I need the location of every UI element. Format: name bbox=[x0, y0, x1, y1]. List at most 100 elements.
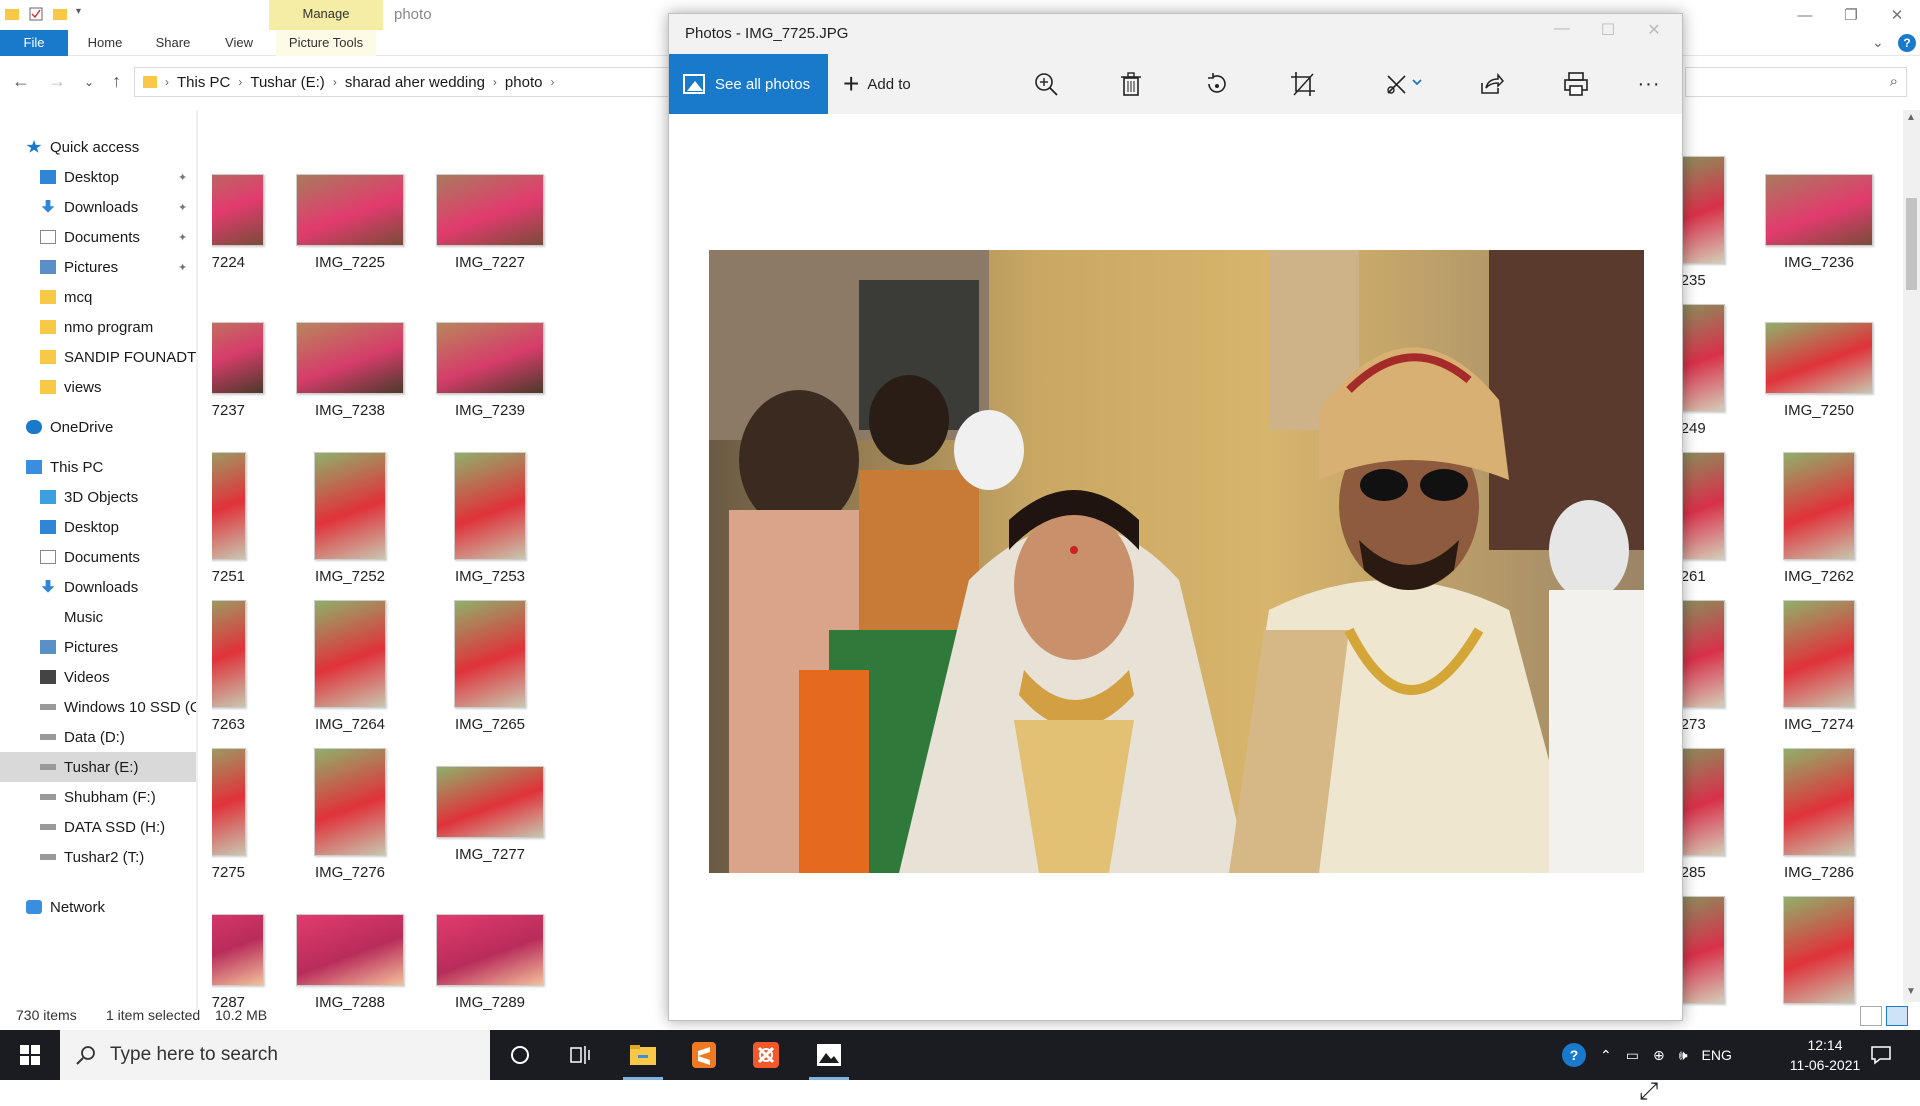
chevron-right-icon[interactable]: › bbox=[238, 75, 242, 89]
scroll-down-icon[interactable]: ▼ bbox=[1906, 986, 1916, 997]
file-item[interactable]: IMG_7288 bbox=[280, 896, 420, 1010]
photos-taskbar-icon[interactable] bbox=[803, 1030, 855, 1080]
tab-home[interactable]: Home bbox=[80, 30, 130, 56]
crop-icon[interactable] bbox=[1289, 70, 1317, 98]
close-button[interactable]: ✕ bbox=[1631, 20, 1677, 40]
start-button[interactable] bbox=[0, 1030, 60, 1080]
file-item[interactable]: IMG_7251 bbox=[212, 452, 280, 585]
sidebar-item-downloads[interactable]: Downloads bbox=[0, 572, 196, 602]
new-folder-icon[interactable] bbox=[52, 6, 68, 22]
file-item[interactable]: IMG_7227 bbox=[420, 156, 560, 271]
expand-ribbon-icon[interactable]: ⌄ bbox=[1872, 34, 1884, 51]
sidebar-item-sandip-founadti[interactable]: SANDIP FOUNADTI( bbox=[0, 342, 196, 372]
action-center-icon[interactable] bbox=[1855, 1030, 1907, 1080]
sidebar-item-data-ssd-h[interactable]: DATA SSD (H:) bbox=[0, 812, 196, 842]
file-item[interactable]: IMG_7277 bbox=[420, 748, 560, 863]
file-item[interactable]: IMG_7275 bbox=[212, 748, 280, 881]
tab-view[interactable]: View bbox=[214, 30, 264, 56]
network-icon[interactable]: ⊕ bbox=[1653, 1047, 1665, 1064]
sidebar-item-nmo-program[interactable]: nmo program bbox=[0, 312, 196, 342]
task-view-icon[interactable] bbox=[554, 1030, 606, 1080]
more-options-icon[interactable]: ··· bbox=[1635, 70, 1663, 98]
chevron-right-icon[interactable]: › bbox=[493, 75, 497, 89]
add-to-button[interactable]: + Add to bbox=[843, 54, 911, 114]
zoom-icon[interactable] bbox=[1032, 70, 1060, 98]
file-item[interactable]: IMG_7253 bbox=[420, 452, 560, 585]
cortana-icon[interactable] bbox=[494, 1030, 546, 1080]
file-item[interactable]: IMG_7300 bbox=[1749, 896, 1889, 1010]
file-explorer-taskbar-icon[interactable] bbox=[617, 1030, 669, 1080]
restore-button[interactable]: ❐ bbox=[1828, 0, 1874, 30]
taskbar-search-box[interactable]: Type here to search bbox=[60, 1030, 490, 1080]
sidebar-item-windows-10-ssd-c[interactable]: Windows 10 SSD (C bbox=[0, 692, 196, 722]
customize-qat-icon[interactable]: ▾ bbox=[76, 6, 92, 22]
xampp-icon[interactable] bbox=[740, 1030, 792, 1080]
file-item[interactable]: IMG_7287 bbox=[212, 896, 280, 1010]
close-button[interactable]: ✕ bbox=[1874, 0, 1920, 30]
file-item[interactable]: IMG_7264 bbox=[280, 600, 420, 733]
sidebar-item-downloads[interactable]: Downloads ✦ bbox=[0, 192, 196, 222]
forward-icon[interactable]: → bbox=[48, 71, 66, 92]
large-icons-view-icon[interactable] bbox=[1886, 1006, 1908, 1026]
breadcrumb-item[interactable]: photo bbox=[505, 74, 543, 91]
chevron-right-icon[interactable]: › bbox=[550, 75, 554, 89]
share-icon[interactable] bbox=[1477, 70, 1505, 98]
address-bar[interactable]: › This PC › Tushar (E:) › sharad aher we… bbox=[134, 67, 669, 97]
sidebar-item-views[interactable]: views bbox=[0, 372, 196, 402]
print-icon[interactable] bbox=[1562, 70, 1590, 98]
file-item[interactable]: IMG_7225 bbox=[280, 156, 420, 271]
file-item[interactable]: IMG_7252 bbox=[280, 452, 420, 585]
sidebar-item-shubham-f[interactable]: Shubham (F:) bbox=[0, 782, 196, 812]
delete-icon[interactable] bbox=[1117, 70, 1145, 98]
sidebar-item-videos[interactable]: Videos bbox=[0, 662, 196, 692]
file-item[interactable]: IMG_7276 bbox=[280, 748, 420, 881]
sidebar-item-pictures[interactable]: Pictures ✦ bbox=[0, 252, 196, 282]
up-icon[interactable]: ↑ bbox=[112, 71, 121, 92]
file-item[interactable]: IMG_7274 bbox=[1749, 600, 1889, 733]
show-hidden-icons-icon[interactable]: ⌃ bbox=[1600, 1047, 1612, 1064]
sidebar-item-documents[interactable]: Documents ✦ bbox=[0, 222, 196, 252]
sidebar-item-data-d[interactable]: Data (D:) bbox=[0, 722, 196, 752]
file-item[interactable]: IMG_7289 bbox=[420, 896, 560, 1010]
sidebar-item-onedrive[interactable]: OneDrive bbox=[0, 412, 196, 442]
recent-locations-icon[interactable]: ⌄ bbox=[84, 75, 94, 92]
manage-contextual-tab[interactable]: Manage bbox=[269, 0, 383, 30]
sidebar-item-tushar-e[interactable]: Tushar (E:) bbox=[0, 752, 196, 782]
tab-file[interactable]: File bbox=[0, 30, 68, 56]
file-item[interactable]: IMG_7263 bbox=[212, 600, 280, 733]
sidebar-item-this-pc[interactable]: This PC bbox=[0, 452, 196, 482]
back-icon[interactable]: ← bbox=[12, 71, 30, 92]
expand-icon[interactable]: ⤢ bbox=[1639, 1078, 1658, 1106]
sidebar-item-mcq[interactable]: mcq bbox=[0, 282, 196, 312]
sidebar-item-quick-access[interactable]: Quick access bbox=[0, 132, 196, 162]
scroll-up-icon[interactable]: ▲ bbox=[1906, 112, 1916, 123]
minimize-button[interactable]: — bbox=[1782, 0, 1828, 30]
file-item[interactable]: IMG_7286 bbox=[1749, 748, 1889, 881]
file-item[interactable]: IMG_7238 bbox=[280, 304, 420, 419]
help-icon[interactable]: ? bbox=[1898, 34, 1916, 52]
battery-icon[interactable]: ▭ bbox=[1626, 1047, 1639, 1064]
file-item[interactable]: IMG_7262 bbox=[1749, 452, 1889, 585]
sidebar-item-3d-objects[interactable]: 3D Objects bbox=[0, 482, 196, 512]
language-indicator[interactable]: ENG bbox=[1702, 1047, 1732, 1063]
rotate-icon[interactable] bbox=[1203, 70, 1231, 98]
details-view-icon[interactable] bbox=[1860, 1006, 1882, 1026]
breadcrumb-item[interactable]: Tushar (E:) bbox=[250, 74, 324, 91]
sidebar-item-pictures[interactable]: Pictures bbox=[0, 632, 196, 662]
sidebar-item-desktop[interactable]: Desktop ✦ bbox=[0, 162, 196, 192]
file-item[interactable]: IMG_7236 bbox=[1749, 156, 1889, 271]
properties-icon[interactable] bbox=[28, 6, 44, 22]
file-item[interactable]: IMG_7237 bbox=[212, 304, 280, 419]
edit-create-icon[interactable] bbox=[1384, 70, 1424, 98]
tab-picture-tools[interactable]: Picture Tools bbox=[276, 30, 376, 56]
vertical-scrollbar[interactable]: ▲ ▼ bbox=[1903, 110, 1920, 1002]
sidebar-item-network[interactable]: Network bbox=[0, 892, 196, 922]
search-input[interactable]: ⌕ bbox=[1685, 67, 1907, 97]
file-item[interactable]: IMG_7224 bbox=[212, 156, 280, 271]
breadcrumb-item[interactable]: sharad aher wedding bbox=[345, 74, 485, 91]
sublime-text-icon[interactable] bbox=[678, 1030, 730, 1080]
breadcrumb-item[interactable]: This PC bbox=[177, 74, 230, 91]
maximize-button[interactable]: ☐ bbox=[1585, 20, 1631, 40]
minimize-button[interactable]: — bbox=[1539, 20, 1585, 38]
volume-icon[interactable]: 🕪 bbox=[1679, 1047, 1688, 1064]
